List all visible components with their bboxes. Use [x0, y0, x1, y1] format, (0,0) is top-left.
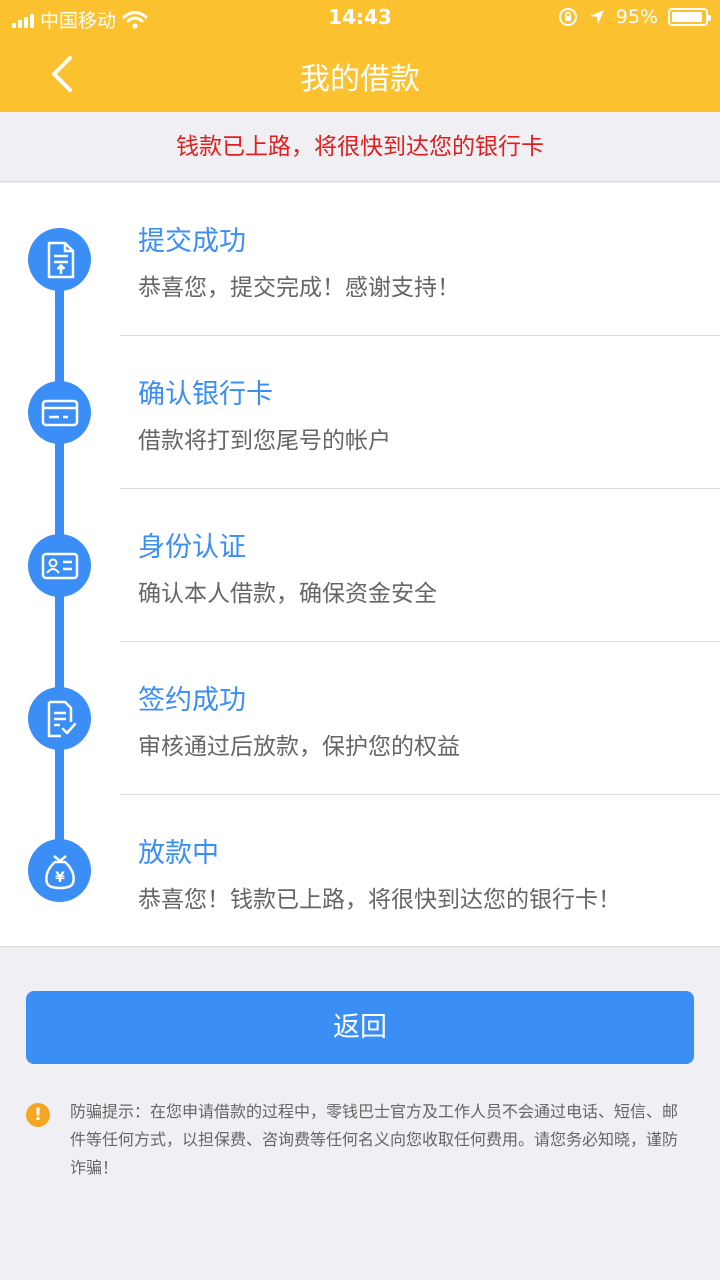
step-description: 确认本人借款，确保资金安全 [138, 581, 437, 607]
step-disbursing: 放款中 恭喜您！钱款已上路，将很快到达您的银行卡！ [120, 795, 720, 948]
step-description: 恭喜您，提交完成！感谢支持！ [138, 275, 460, 301]
bank-card-icon [28, 381, 91, 444]
money-bag-icon: ¥ [28, 839, 91, 902]
step-title: 身份认证 [138, 532, 246, 563]
svg-text:¥: ¥ [55, 870, 65, 886]
step-title: 确认银行卡 [138, 379, 273, 410]
notice-banner: 钱款已上路，将很快到达您的银行卡 [0, 112, 720, 182]
status-right: 95% [558, 6, 711, 28]
contract-check-icon [28, 687, 91, 750]
location-icon [589, 10, 604, 24]
app-header: 中国移动 14:43 95% 我的借款 [0, 0, 720, 112]
id-card-icon [28, 534, 91, 597]
step-contract: 签约成功 审核通过后放款，保护您的权益 [120, 642, 720, 795]
progress-steps: 提交成功 恭喜您，提交完成！感谢支持！ 确认银行卡 借款将打到您尾号的帐户 身份… [0, 183, 720, 947]
step-title: 签约成功 [138, 685, 246, 716]
step-submit: 提交成功 恭喜您，提交完成！感谢支持！ [120, 183, 720, 336]
step-description: 借款将打到您尾号的帐户 [138, 428, 391, 454]
battery-percent: 95% [615, 6, 658, 28]
orientation-lock-icon [558, 8, 577, 26]
fraud-warning-text: 防骗提示：在您申请借款的过程中，零钱巴士官方及工作人员不会通过电话、短信、邮件等… [70, 1102, 679, 1177]
navigation-bar: 我的借款 [0, 36, 720, 112]
page-title: 我的借款 [300, 62, 420, 97]
step-title: 提交成功 [138, 226, 246, 257]
battery-icon [668, 8, 711, 26]
document-upload-icon [28, 228, 91, 291]
step-bank-card: 确认银行卡 借款将打到您尾号的帐户 [120, 336, 720, 489]
status-bar: 中国移动 14:43 95% [0, 0, 720, 36]
step-identity: 身份认证 确认本人借款，确保资金安全 [120, 489, 720, 642]
warning-icon: ! [26, 1103, 50, 1127]
step-description: 审核通过后放款，保护您的权益 [138, 734, 460, 760]
step-title: 放款中 [138, 838, 219, 869]
battery-fill [672, 12, 703, 22]
return-button[interactable]: 返回 [26, 991, 694, 1064]
step-description: 恭喜您！钱款已上路，将很快到达您的银行卡！ [138, 887, 621, 913]
